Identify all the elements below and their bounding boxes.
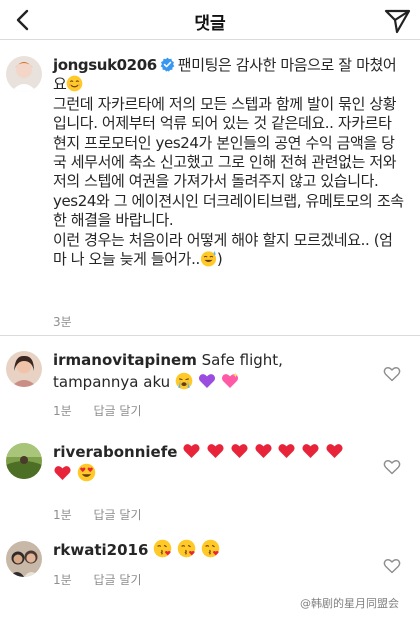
like-comment-button[interactable] bbox=[383, 458, 401, 476]
caption-timestamp: 3분 bbox=[53, 315, 72, 329]
paper-plane-icon bbox=[384, 9, 411, 34]
watermark-text: @韩剧的星月同盟会 bbox=[300, 597, 399, 610]
caption-paragraph-1: 그런데 자카르타에 저의 모든 스텝과 함께 발이 묶인 상황입니다. 어제부터… bbox=[53, 94, 397, 191]
avatar[interactable] bbox=[6, 351, 42, 387]
red-heart-icon bbox=[326, 444, 343, 458]
page-title: 댓글 bbox=[194, 14, 226, 34]
kissing-heart-emoji-icon bbox=[177, 539, 196, 558]
red-heart-icon bbox=[54, 466, 71, 480]
kissing-heart-emoji-icon bbox=[201, 539, 220, 558]
comment-text: rkwati2016 bbox=[53, 539, 363, 561]
caption-paragraph-3: 이런 경우는 처음이라 어떻게 해야 할지 모르겠네요.. (엄마 나 오늘 늦… bbox=[53, 230, 393, 269]
comment-timestamp: 1분 bbox=[53, 404, 72, 418]
comment-meta: 1분 답글 달기 bbox=[53, 402, 160, 419]
red-heart-icon bbox=[278, 444, 295, 458]
avatar[interactable] bbox=[6, 56, 42, 92]
comment-item: riverabonniefe 1분 답글 달기 bbox=[0, 435, 420, 525]
caption-username[interactable]: jongsuk0206 bbox=[53, 56, 157, 74]
kissing-heart-emoji-icon bbox=[153, 539, 172, 558]
red-heart-icon bbox=[302, 444, 319, 458]
reply-button[interactable]: 답글 달기 bbox=[94, 404, 142, 418]
header-bar: 댓글 bbox=[0, 0, 420, 40]
comment-username[interactable]: riverabonniefe bbox=[53, 443, 177, 461]
crying-face-emoji-icon bbox=[175, 372, 193, 390]
comment-item: irmanovitapinem Safe flight, tampannya a… bbox=[0, 345, 420, 425]
red-heart-icon bbox=[255, 444, 272, 458]
heart-outline-icon bbox=[383, 367, 401, 382]
caption-paragraph-2: yes24와 그 에이젼시인 더크레이티브랩, 유메토모의 조속한 해결을 바랍… bbox=[53, 191, 404, 230]
comment-meta: 1분 답글 달기 bbox=[53, 571, 160, 588]
comment-timestamp: 1분 bbox=[53, 508, 72, 522]
comment-text: irmanovitapinem Safe flight, tampannya a… bbox=[53, 349, 363, 393]
comment-username[interactable]: rkwati2016 bbox=[53, 541, 148, 559]
caption-text: jongsuk0206 팬미팅은 감사한 마음으로 잘 마쳤어요 그런데 자카르… bbox=[53, 56, 405, 269]
red-heart-icon bbox=[183, 444, 200, 458]
comment-meta: 1분 답글 달기 bbox=[53, 506, 160, 523]
like-comment-button[interactable] bbox=[383, 557, 401, 575]
caption-paragraph-3-end: ) bbox=[216, 250, 223, 269]
avatar[interactable] bbox=[6, 541, 42, 577]
heart-outline-icon bbox=[383, 460, 401, 475]
sparkling-heart-icon bbox=[221, 372, 238, 388]
post-caption: jongsuk0206 팬미팅은 감사한 마음으로 잘 마쳤어요 그런데 자카르… bbox=[0, 48, 420, 336]
like-comment-button[interactable] bbox=[383, 365, 401, 383]
comment-username[interactable]: irmanovitapinem bbox=[53, 351, 197, 369]
red-heart-icon bbox=[231, 444, 248, 458]
comment-text: riverabonniefe bbox=[53, 441, 363, 485]
smiling-face-emoji-icon bbox=[67, 76, 83, 92]
verified-badge-icon bbox=[160, 57, 175, 72]
share-button[interactable] bbox=[382, 5, 412, 35]
comment-timestamp: 1분 bbox=[53, 573, 72, 587]
comment-item: rkwati2016 1분 답글 달기 bbox=[0, 534, 420, 594]
heart-eyes-emoji-icon bbox=[77, 463, 96, 482]
heart-outline-icon bbox=[383, 559, 401, 574]
avatar[interactable] bbox=[6, 443, 42, 479]
reply-button[interactable]: 답글 달기 bbox=[94, 573, 142, 587]
red-heart-icon bbox=[207, 444, 224, 458]
reply-button[interactable]: 답글 달기 bbox=[94, 508, 142, 522]
sweat-smile-emoji-icon bbox=[200, 251, 216, 267]
purple-heart-icon bbox=[198, 374, 215, 388]
